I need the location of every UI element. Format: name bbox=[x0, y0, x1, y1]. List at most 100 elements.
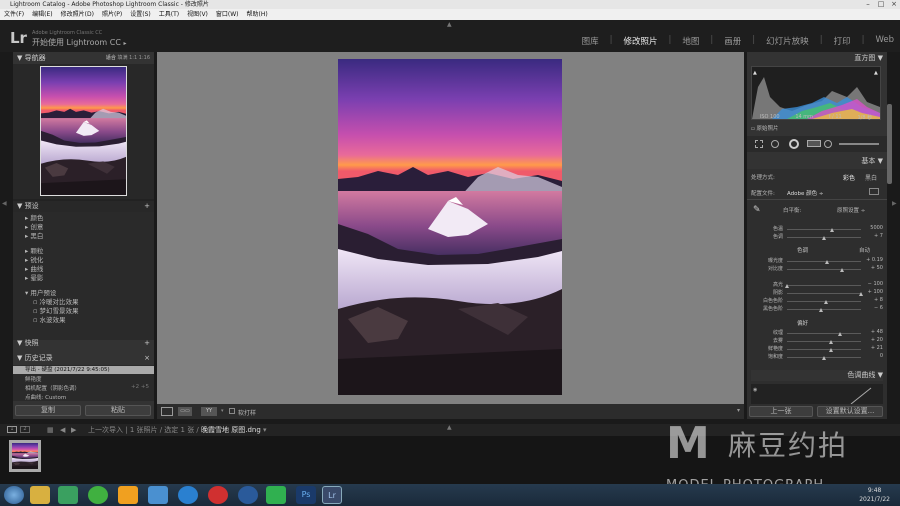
user-preset-item[interactable]: ▫ 水波效果 bbox=[25, 316, 78, 325]
identity-plate[interactable]: 开始使用 Lightroom CC ▸ bbox=[32, 37, 126, 48]
tone-curve-header[interactable]: 色调曲线 ▼ bbox=[751, 370, 883, 381]
preset-folder[interactable]: ▸ 锐化 bbox=[25, 256, 78, 265]
contrast-slider-knob[interactable] bbox=[840, 268, 844, 272]
photoshop-icon[interactable]: Ps bbox=[296, 486, 316, 504]
toolbar-dropdown-icon[interactable]: ▾ bbox=[737, 407, 740, 414]
profile-browser-icon[interactable] bbox=[869, 188, 879, 195]
view-dropdown-icon[interactable]: ▾ bbox=[221, 408, 224, 414]
reset-button[interactable]: 设置默认设置... bbox=[817, 406, 883, 417]
previous-button[interactable]: 上一张 bbox=[749, 406, 813, 417]
paste-button[interactable]: 粘贴 bbox=[85, 405, 151, 416]
blacks-slider-knob[interactable] bbox=[819, 308, 824, 312]
contrast-value[interactable]: + 50 bbox=[861, 265, 883, 271]
profile-dropdown[interactable]: Adobe 颜色 ÷ bbox=[787, 189, 824, 197]
exposure-value[interactable]: + 0.19 bbox=[861, 257, 883, 263]
crop-tool-icon[interactable] bbox=[755, 140, 763, 148]
maximize-button[interactable]: □ bbox=[875, 0, 887, 9]
app-icon[interactable] bbox=[58, 486, 78, 504]
lightroom-taskbar-icon[interactable]: Lr bbox=[322, 486, 342, 504]
preset-folder[interactable]: ▸ 颗粒 bbox=[25, 247, 78, 256]
module-map[interactable]: 地图 bbox=[682, 35, 699, 47]
treatment-color[interactable]: 彩色 bbox=[843, 173, 855, 182]
left-panel-toggle-icon[interactable]: ◀ bbox=[2, 200, 8, 230]
graduated-filter-icon[interactable] bbox=[807, 140, 821, 147]
wb-dropdown[interactable]: 原照设置 ÷ bbox=[837, 206, 865, 214]
preset-folder[interactable]: ▸ 晕影 bbox=[25, 274, 78, 283]
module-slideshow[interactable]: 幻灯片放映 bbox=[766, 35, 809, 47]
module-book[interactable]: 画册 bbox=[724, 35, 741, 47]
red-eye-icon[interactable] bbox=[789, 139, 799, 149]
menu-view[interactable]: 视图(V) bbox=[187, 9, 208, 20]
vibrance-slider-knob[interactable] bbox=[828, 348, 833, 352]
history-item[interactable]: 点曲线: Custom bbox=[25, 393, 66, 401]
module-library[interactable]: 图库 bbox=[582, 35, 599, 47]
contrast-slider[interactable] bbox=[787, 269, 861, 270]
right-panel-scrollbar[interactable] bbox=[887, 104, 892, 184]
collapse-filmstrip-arrow-icon[interactable]: ▲ bbox=[447, 422, 452, 434]
history-item[interactable]: 导出 - 硬盘 (2021/7/22 9:45:05) bbox=[13, 366, 154, 374]
histogram-graph[interactable]: ▲ ▲ ISO 100 14 mm f / 11 1/8 秒 bbox=[751, 66, 881, 121]
tint-value[interactable]: + 7 bbox=[861, 233, 883, 239]
clear-history-icon[interactable]: × bbox=[144, 353, 150, 364]
grid-icon[interactable]: ▦ bbox=[47, 424, 54, 436]
clarity-value[interactable]: + 20 bbox=[861, 337, 883, 343]
copy-button[interactable]: 复制 bbox=[15, 405, 81, 416]
menu-window[interactable]: 窗口(W) bbox=[216, 9, 239, 20]
highlights-slider[interactable] bbox=[787, 285, 861, 286]
explorer-icon[interactable] bbox=[30, 486, 50, 504]
preset-folder-user[interactable]: ▾ 用户预设 bbox=[25, 289, 78, 298]
history-header[interactable]: ▼ 历史记录 × bbox=[17, 353, 150, 364]
ie-icon[interactable] bbox=[178, 486, 198, 504]
temp-slider-knob[interactable] bbox=[830, 228, 835, 232]
module-web[interactable]: Web bbox=[875, 35, 894, 47]
white-balance-eyedropper-icon[interactable]: ✎ bbox=[753, 205, 761, 215]
preset-folder[interactable]: ▸ 创意 bbox=[25, 223, 78, 232]
zoom-1-1[interactable]: 1:1 bbox=[129, 55, 137, 61]
clarity-slider[interactable] bbox=[787, 341, 861, 342]
filmstrip-thumbnail[interactable] bbox=[9, 440, 41, 472]
menu-edit[interactable]: 编辑(E) bbox=[32, 9, 52, 20]
menu-develop[interactable]: 修改照片(D) bbox=[61, 9, 94, 20]
vibrance-value[interactable]: + 21 bbox=[861, 345, 883, 351]
music-icon[interactable] bbox=[208, 486, 228, 504]
basic-header[interactable]: 基本 ▼ bbox=[861, 156, 883, 167]
radial-filter-icon[interactable] bbox=[824, 140, 832, 148]
preset-folder[interactable]: ▸ 曲线 bbox=[25, 265, 78, 274]
source-label[interactable]: 上一次导入 | 1 张照片 / 选定 1 张 / 晚霞雪地 原图.dng ▾ bbox=[88, 424, 267, 436]
exposure-slider-knob[interactable] bbox=[825, 260, 830, 264]
saturation-slider-knob[interactable] bbox=[821, 356, 826, 360]
minimize-button[interactable]: – bbox=[862, 0, 874, 9]
history-item[interactable]: 相机配置（阴影色调） +2 +5 bbox=[25, 384, 149, 392]
close-button[interactable]: × bbox=[888, 0, 900, 9]
main-photo[interactable] bbox=[338, 59, 562, 395]
back-arrow-icon[interactable]: ◀ bbox=[60, 424, 65, 436]
browser-icon[interactable] bbox=[88, 486, 108, 504]
blacks-slider[interactable] bbox=[787, 309, 861, 310]
clock[interactable]: 9:48 2021/7/22 bbox=[859, 486, 890, 504]
wechat-icon[interactable] bbox=[266, 486, 286, 504]
menu-settings[interactable]: 设置(S) bbox=[130, 9, 151, 20]
tint-slider-knob[interactable] bbox=[821, 236, 826, 240]
add-snapshot-icon[interactable]: + bbox=[144, 338, 150, 349]
navigator-header[interactable]: ▼ 导航器 适合 填满 1:1 1:16 bbox=[17, 53, 150, 64]
temp-slider[interactable] bbox=[787, 229, 861, 230]
zoom-1-16[interactable]: 1:16 bbox=[139, 55, 150, 61]
page-2-tab[interactable]: 2 bbox=[20, 426, 30, 433]
histogram-header[interactable]: 直方图 ▼ bbox=[854, 53, 883, 64]
temp-value[interactable]: 5000 bbox=[861, 225, 883, 231]
vibrance-slider[interactable] bbox=[787, 349, 861, 350]
menu-photo[interactable]: 照片(P) bbox=[102, 9, 122, 20]
presets-header[interactable]: ▼ 预设 + bbox=[17, 201, 150, 212]
blacks-value[interactable]: − 6 bbox=[861, 305, 883, 311]
user-preset-item[interactable]: ▫ 冷暖对比效果 bbox=[25, 298, 78, 307]
page-1-tab[interactable]: 1 bbox=[7, 426, 17, 433]
softproof-checkbox[interactable] bbox=[229, 408, 235, 414]
tone-curve-graph[interactable]: ◉ bbox=[751, 384, 883, 405]
cloud-icon[interactable] bbox=[148, 486, 168, 504]
texture-value[interactable]: + 48 bbox=[861, 329, 883, 335]
shadows-slider[interactable] bbox=[787, 293, 861, 294]
module-print[interactable]: 打印 bbox=[834, 35, 851, 47]
spot-removal-icon[interactable] bbox=[771, 140, 779, 148]
history-item[interactable]: 鲜艳度 bbox=[25, 375, 42, 383]
menu-file[interactable]: 文件(F) bbox=[4, 9, 24, 20]
